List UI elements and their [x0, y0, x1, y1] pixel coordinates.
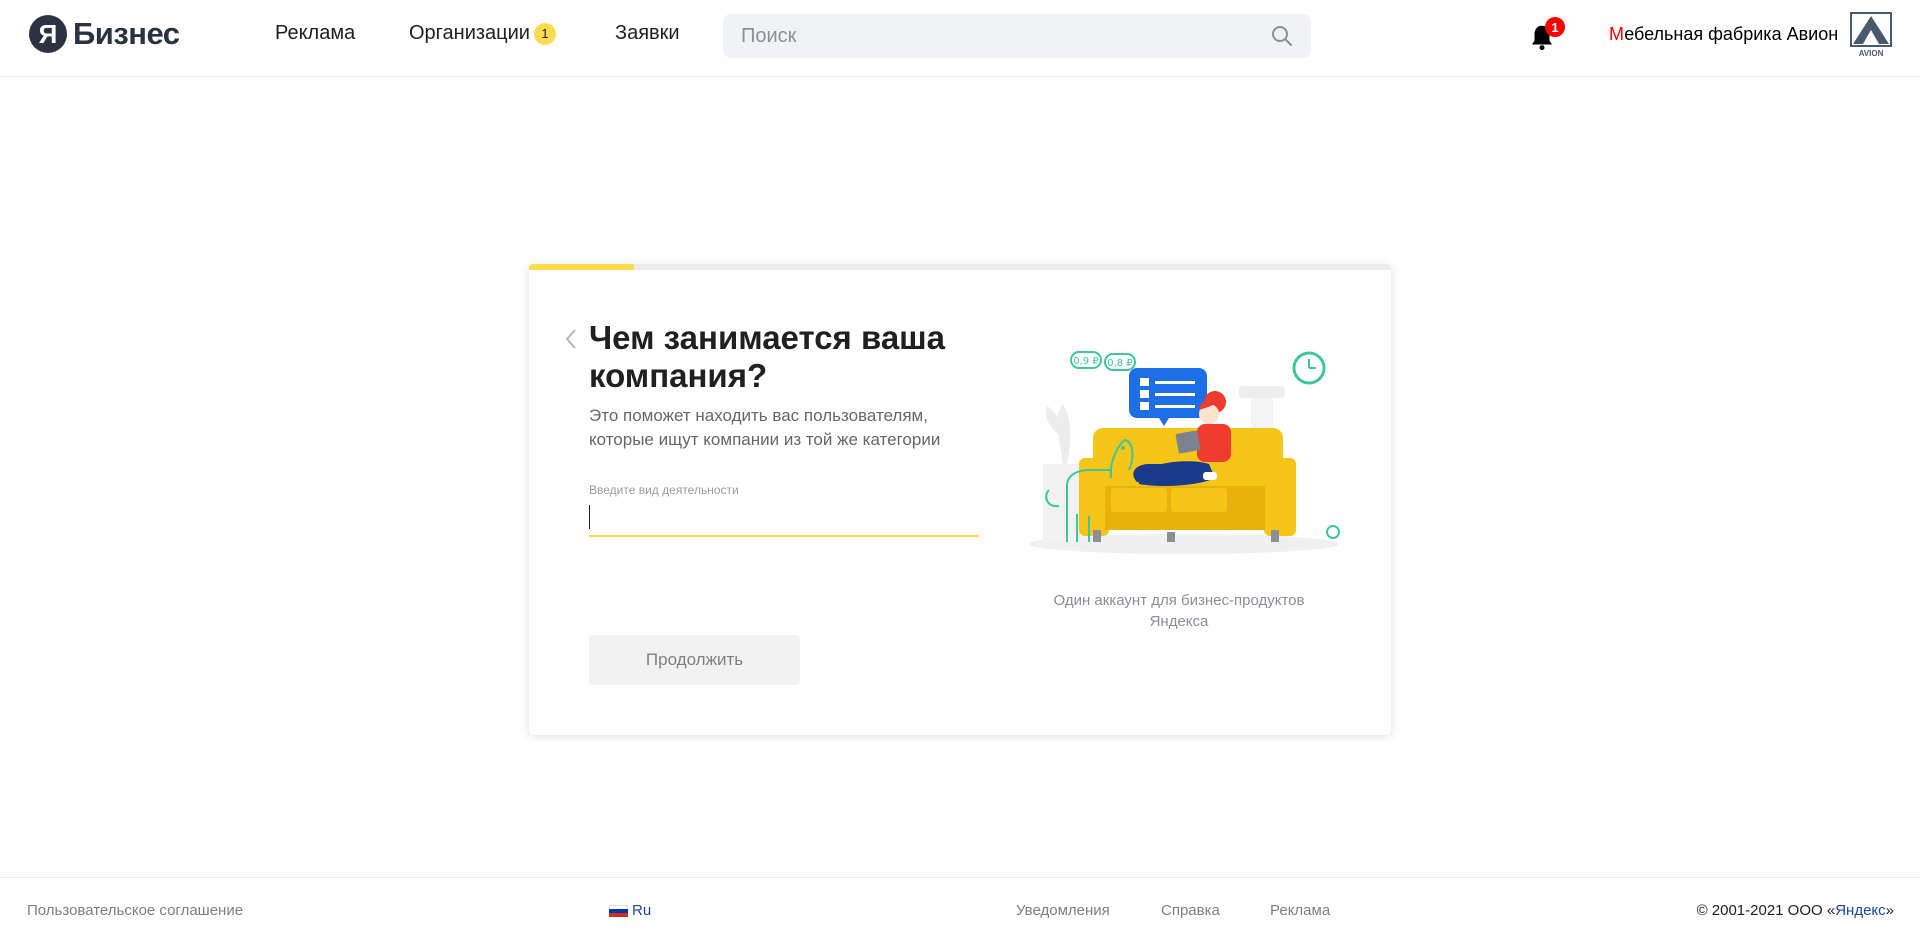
footer-notifications-link[interactable]: Уведомления	[1016, 902, 1110, 919]
yandex-link[interactable]: Яндекс	[1835, 902, 1885, 919]
organizations-count-badge: 1	[533, 22, 556, 45]
account-name[interactable]: Мебельная фабрика Авион	[1609, 24, 1838, 45]
price-tag-1: 0,9 ₽	[1073, 356, 1099, 367]
onboarding-card: Чем занимается ваша компания? Это поможе…	[529, 264, 1391, 735]
footer-user-agreement-link[interactable]: Пользовательское соглашение	[27, 902, 243, 919]
text-caret	[589, 505, 590, 529]
language-switcher[interactable]: Ru	[609, 902, 651, 919]
nav-organizations-label: Организации	[409, 22, 530, 44]
continue-button[interactable]: Продолжить	[589, 635, 800, 685]
account-name-first-letter: М	[1609, 24, 1625, 44]
footer-help-link[interactable]: Справка	[1161, 902, 1220, 919]
sofa-illustration: 0,9 ₽ 0,8 ₽	[1029, 351, 1340, 554]
account-name-rest: ебельная фабрика Авион	[1624, 24, 1839, 44]
search-input[interactable]	[723, 14, 1311, 58]
language-label: Ru	[632, 902, 652, 919]
yandex-logo-icon: Я	[29, 15, 67, 53]
notifications-badge: 1	[1545, 17, 1565, 37]
top-header: Я Бизнес Реклама Организации 1 Заявки 1 …	[0, 0, 1920, 77]
progress-bar	[529, 264, 1391, 270]
card-subtitle: Это поможет находить вас пользователям, …	[589, 406, 941, 449]
footer-ads-link[interactable]: Реклама	[1270, 902, 1330, 919]
copyright: © 2001-2021 ООО «Яндекс»	[1697, 902, 1894, 919]
nav-ads[interactable]: Реклама	[275, 22, 355, 45]
organization-avatar[interactable]: AVION	[1850, 12, 1892, 58]
activity-field-label: Введите вид деятельности	[589, 483, 739, 497]
footer: Пользовательское соглашение Ru Уведомлен…	[0, 877, 1920, 932]
illustration-caption: Один аккаунт для бизнес-продуктов Яндекс…	[1053, 592, 1305, 630]
card-title: Чем занимается ваша компания?	[589, 319, 946, 394]
nav-requests[interactable]: Заявки	[615, 22, 680, 45]
activity-input[interactable]	[589, 499, 979, 537]
russia-flag-icon	[609, 904, 628, 917]
price-tag-2: 0,8 ₽	[1107, 358, 1133, 369]
logo-text: Бизнес	[73, 16, 180, 51]
nav-organizations[interactable]: Организации 1	[409, 22, 556, 45]
nav-requests-label: Заявки	[615, 22, 680, 44]
progress-bar-fill	[529, 264, 635, 270]
yandex-business-logo[interactable]: Я Бизнес	[29, 14, 180, 54]
nav-ads-label: Реклама	[275, 22, 356, 44]
back-arrow-icon[interactable]	[561, 326, 581, 352]
search-icon[interactable]	[1270, 24, 1294, 48]
organization-avatar-text: AVION	[1859, 49, 1884, 58]
copyright-suffix: »	[1885, 902, 1894, 919]
copyright-prefix: © 2001-2021 ООО «	[1696, 902, 1836, 919]
